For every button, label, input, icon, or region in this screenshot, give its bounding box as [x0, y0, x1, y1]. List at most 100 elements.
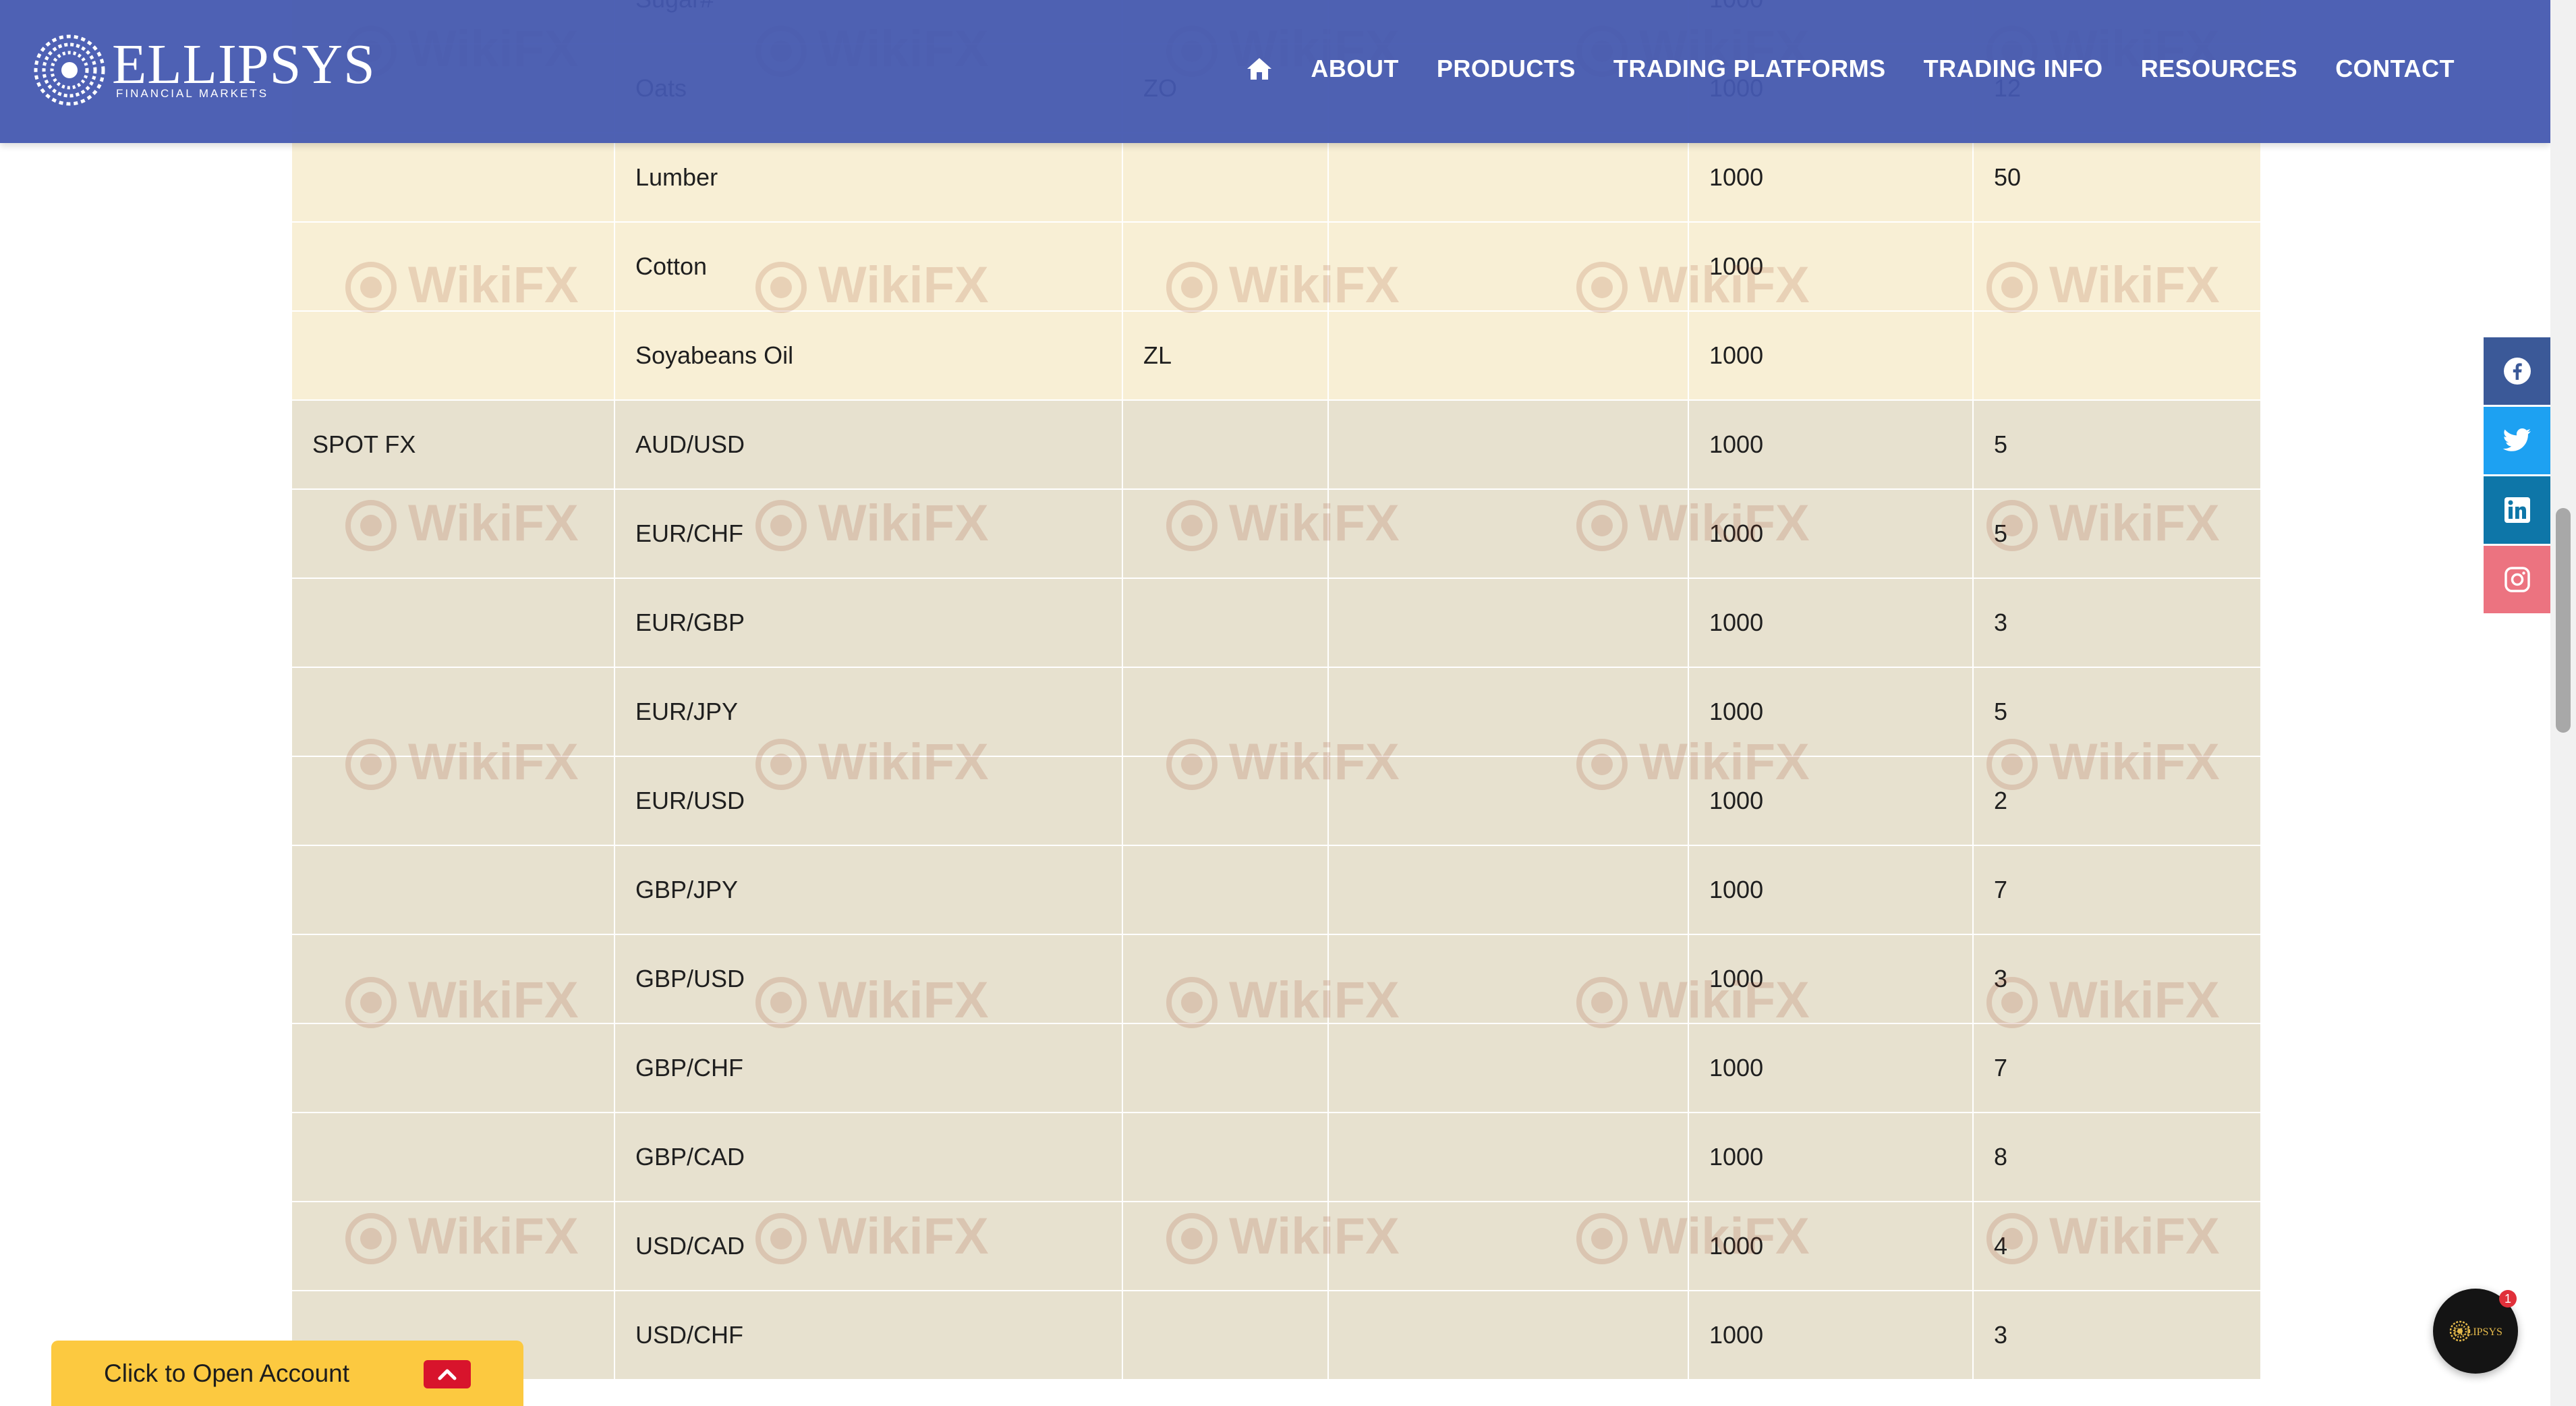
product-cell: GBP/CHF: [614, 1023, 1123, 1113]
extra-cell: [1327, 399, 1689, 490]
contract-size-cell: 1000: [1688, 399, 1974, 490]
code-cell: [1122, 1112, 1329, 1202]
table-row: GBP/JPY 1000 7: [291, 845, 2262, 935]
value-cell: [1972, 221, 2262, 312]
scrollbar-thumb[interactable]: [2556, 508, 2571, 733]
market-cell: [291, 845, 615, 935]
value-cell: 5: [1972, 488, 2262, 579]
market-cell: [291, 1201, 615, 1291]
contract-size-cell: 1000: [1688, 1023, 1974, 1113]
product-cell: Cotton: [614, 221, 1123, 312]
logo-subtitle: FINANCIAL MARKETS: [116, 87, 269, 100]
contract-size-cell: 1000: [1688, 1201, 1974, 1291]
open-account-button[interactable]: Click to Open Account: [51, 1341, 523, 1406]
main-nav: ABOUT PRODUCTS TRADING PLATFORMS TRADING…: [1246, 57, 2455, 81]
market-cell: [291, 756, 615, 846]
product-cell: GBP/USD: [614, 934, 1123, 1024]
linkedin-button[interactable]: [2484, 476, 2551, 544]
value-cell: 5: [1972, 399, 2262, 490]
table-row: USD/CAD 1000 4: [291, 1201, 2262, 1291]
chat-notification-badge: 1: [2499, 1290, 2517, 1307]
market-cell: [291, 132, 615, 223]
contract-size-cell: 1000: [1688, 132, 1974, 223]
nav-products[interactable]: PRODUCTS: [1437, 57, 1576, 81]
extra-cell: [1327, 845, 1689, 935]
product-cell: EUR/USD: [614, 756, 1123, 846]
market-cell: [291, 488, 615, 579]
nav-about[interactable]: ABOUT: [1311, 57, 1399, 81]
value-cell: 50: [1972, 132, 2262, 223]
value-cell: 4: [1972, 1201, 2262, 1291]
code-cell: [1122, 934, 1329, 1024]
market-cell: [291, 934, 615, 1024]
contract-size-cell: 1000: [1688, 221, 1974, 312]
contract-size-cell: 1000: [1688, 934, 1974, 1024]
home-icon[interactable]: [1246, 57, 1273, 81]
code-cell: [1122, 221, 1329, 312]
contract-size-cell: 1000: [1688, 667, 1974, 757]
table-row: GBP/CHF 1000 7: [291, 1023, 2262, 1113]
value-cell: 7: [1972, 845, 2262, 935]
value-cell: 5: [1972, 667, 2262, 757]
extra-cell: [1327, 132, 1689, 223]
table-row: EUR/GBP 1000 3: [291, 578, 2262, 668]
table-row: SPOT FX AUD/USD 1000 5: [291, 399, 2262, 490]
market-cell: [291, 1023, 615, 1113]
product-cell: AUD/USD: [614, 399, 1123, 490]
code-cell: [1122, 399, 1329, 490]
code-cell: [1122, 1023, 1329, 1113]
extra-cell: [1327, 578, 1689, 668]
code-cell: [1122, 578, 1329, 668]
ellipsys-logo[interactable]: ELLIPSYS FINANCIAL MARKETS: [32, 23, 375, 119]
extra-cell: [1327, 221, 1689, 312]
value-cell: 7: [1972, 1023, 2262, 1113]
code-cell: [1122, 1290, 1329, 1380]
page-scrollbar[interactable]: [2550, 0, 2576, 1406]
contract-size-cell: 1000: [1688, 845, 1974, 935]
extra-cell: [1327, 1112, 1689, 1202]
extra-cell: [1327, 310, 1689, 401]
value-cell: 3: [1972, 578, 2262, 668]
nav-resources[interactable]: RESOURCES: [2141, 57, 2298, 81]
value-cell: 2: [1972, 756, 2262, 846]
nav-trading-info[interactable]: TRADING INFO: [1924, 57, 2103, 81]
linkedin-icon: [2505, 497, 2530, 523]
chat-widget-button[interactable]: ELLIPSYS 1: [2433, 1289, 2518, 1374]
nav-contact[interactable]: CONTACT: [2335, 57, 2455, 81]
extra-cell: [1327, 934, 1689, 1024]
social-share-bar: [2484, 337, 2551, 615]
contract-size-cell: 1000: [1688, 310, 1974, 401]
code-cell: [1122, 845, 1329, 935]
logo-spiral-icon: [34, 34, 105, 106]
instagram-icon: [2505, 567, 2530, 592]
table-row: EUR/USD 1000 2: [291, 756, 2262, 846]
contract-size-cell: 1000: [1688, 488, 1974, 579]
product-cell: GBP/JPY: [614, 845, 1123, 935]
table-row: Lumber 1000 50: [291, 132, 2262, 223]
table-row: Soyabeans Oil ZL 1000: [291, 310, 2262, 401]
table-row: EUR/JPY 1000 5: [291, 667, 2262, 757]
contract-size-cell: 1000: [1688, 756, 1974, 846]
table-row: GBP/USD 1000 3: [291, 934, 2262, 1024]
chat-logo-text: ELLIPSYS: [2453, 1326, 2502, 1338]
code-cell: [1122, 1201, 1329, 1291]
twitter-button[interactable]: [2484, 407, 2551, 474]
product-cell: GBP/CAD: [614, 1112, 1123, 1202]
instagram-button[interactable]: [2484, 546, 2551, 613]
chevron-up-icon[interactable]: [424, 1360, 471, 1388]
table-row: GBP/CAD 1000 8: [291, 1112, 2262, 1202]
market-cell: [291, 667, 615, 757]
contract-size-cell: 1000: [1688, 1290, 1974, 1380]
facebook-button[interactable]: [2484, 337, 2551, 405]
extra-cell: [1327, 1201, 1689, 1291]
product-cell: USD/CHF: [614, 1290, 1123, 1380]
product-cell: USD/CAD: [614, 1201, 1123, 1291]
value-cell: 3: [1972, 1290, 2262, 1380]
market-cell: [291, 1112, 615, 1202]
value-cell: [1972, 310, 2262, 401]
contract-size-cell: 1000: [1688, 1112, 1974, 1202]
nav-trading-platforms[interactable]: TRADING PLATFORMS: [1613, 57, 1886, 81]
code-cell: [1122, 756, 1329, 846]
product-cell: EUR/GBP: [614, 578, 1123, 668]
market-cell: [291, 221, 615, 312]
